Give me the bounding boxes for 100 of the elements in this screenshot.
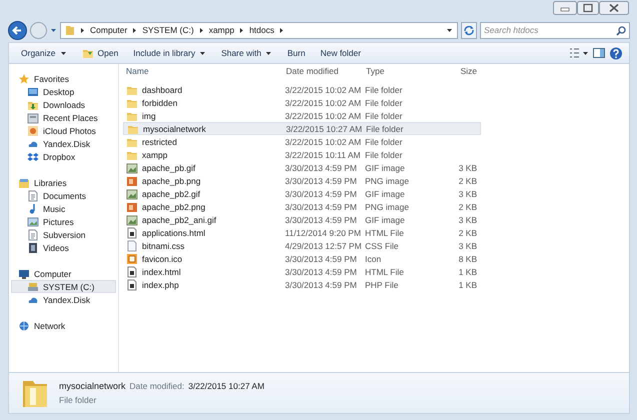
- file-name: mysocialnetwork: [143, 124, 206, 134]
- file-name: index.php: [142, 280, 179, 290]
- nav-item[interactable]: SYSTEM (C:): [11, 280, 116, 293]
- file-type: File folder: [365, 124, 404, 134]
- history-dropdown-icon[interactable]: [50, 28, 57, 32]
- nav-item[interactable]: Music: [9, 202, 116, 215]
- maximize-button[interactable]: [577, 1, 599, 15]
- breadcrumb[interactable]: xampp: [208, 25, 234, 35]
- nav-item[interactable]: Libraries: [9, 176, 116, 189]
- toolbar-button[interactable]: Open: [76, 45, 124, 61]
- refresh-button[interactable]: [461, 22, 477, 38]
- document-file-icon: [126, 266, 138, 278]
- nav-item[interactable]: Favorites: [9, 72, 116, 85]
- date-modified: 4/29/2013 12:57 PM: [284, 240, 363, 250]
- search-field[interactable]: Search htdocs: [480, 22, 630, 38]
- column-header[interactable]: Type: [363, 66, 435, 76]
- toolbar-button[interactable]: Include in library: [127, 46, 212, 60]
- date-modified: 3/30/2013 4:59 PM: [284, 176, 358, 186]
- search-icon: [616, 26, 626, 36]
- toolbar-button[interactable]: New folder: [314, 46, 367, 60]
- file-row[interactable]: forbidden 3/22/2015 10:02 AM File folder: [123, 96, 481, 109]
- file-row[interactable]: apache_pb.png 3/30/2013 4:59 PM PNG image 2 KB: [123, 174, 481, 187]
- file-row[interactable]: apache_pb2.png 3/30/2013 4:59 PM PNG image 2 KB: [123, 200, 481, 213]
- file-type: Icon: [364, 254, 382, 264]
- nav-item[interactable]: iCloud Photos: [9, 124, 116, 137]
- file-name: bitnami.css: [142, 240, 185, 250]
- toolbar-button[interactable]: Share with: [215, 46, 278, 60]
- file-row[interactable]: apache_pb2.gif 3/30/2013 4:59 PM GIF image 3 KB: [123, 187, 481, 200]
- document-icon: [27, 228, 39, 240]
- file-row[interactable]: apache_pb.gif 3/30/2013 4:59 PM GIF image 3 KB: [123, 161, 481, 174]
- help-button[interactable]: [609, 46, 623, 60]
- file-name: forbidden: [142, 98, 178, 108]
- file-row[interactable]: index.html 3/30/2013 4:59 PM HTML File 1 KB: [123, 265, 481, 278]
- image-file-icon: [126, 214, 138, 226]
- file-row[interactable]: xampp 3/22/2015 10:11 AM File folder: [123, 148, 481, 161]
- document-icon: [27, 190, 39, 202]
- file-row[interactable]: img 3/22/2015 10:02 AM File folder: [123, 109, 481, 122]
- nav-item[interactable]: Subversion: [9, 228, 116, 241]
- file-name: img: [142, 110, 156, 120]
- file-name: apache_pb2.png: [142, 202, 206, 212]
- file-row[interactable]: apache_pb2_ani.gif 3/30/2013 4:59 PM GIF image 3 KB: [123, 213, 481, 226]
- caret-icon: [265, 50, 272, 56]
- nav-item[interactable]: Documents: [9, 189, 116, 202]
- document-file-icon: [126, 278, 138, 290]
- date-modified: 3/22/2015 10:02 AM: [284, 98, 362, 108]
- toolbar-button[interactable]: Burn: [281, 46, 312, 60]
- nav-item[interactable]: Videos: [9, 241, 116, 254]
- nav-item[interactable]: Yandex.Disk: [9, 137, 116, 150]
- nav-item[interactable]: Network: [9, 319, 116, 332]
- file-row[interactable]: applications.html 11/12/2014 9:20 PM HTML File 2 KB: [123, 226, 481, 239]
- file-name: xampp: [142, 150, 168, 160]
- file-type: File folder: [364, 84, 404, 94]
- minimize-button[interactable]: [553, 1, 577, 15]
- nav-item[interactable]: Yandex.Disk: [9, 293, 116, 306]
- image-file-icon: [126, 200, 138, 212]
- nav-item[interactable]: Dropbox: [9, 150, 116, 163]
- property-value: 3/22/2015 10:27 AM: [188, 381, 264, 391]
- file-row[interactable]: restricted 3/22/2015 10:02 AM File folder: [123, 135, 481, 148]
- file-name: apache_pb2.gif: [142, 188, 200, 198]
- computer-icon: [18, 268, 30, 280]
- file-type: File folder: [364, 110, 404, 120]
- file-size: 3 KB: [458, 240, 477, 250]
- file-type: File folder: [364, 136, 404, 146]
- file-type: File folder: [364, 98, 404, 108]
- breadcrumb[interactable]: SYSTEM (C:): [142, 25, 194, 35]
- file-size: 2 KB: [458, 202, 477, 212]
- nav-item[interactable]: Desktop: [9, 85, 116, 98]
- column-header[interactable]: Name: [123, 66, 283, 76]
- preview-pane-button[interactable]: [592, 47, 606, 59]
- nav-item[interactable]: Computer: [9, 267, 116, 280]
- file-type: GIF image: [364, 214, 406, 224]
- nav-item[interactable]: Recent Places: [9, 111, 116, 124]
- date-modified: 3/30/2013 4:59 PM: [284, 266, 358, 276]
- file-row[interactable]: index.php 3/30/2013 4:59 PM PHP File 1 KB: [123, 278, 481, 291]
- file-type: File folder: [364, 150, 404, 160]
- drive-icon: [27, 280, 39, 292]
- nav-item[interactable]: Pictures: [9, 215, 116, 228]
- column-header[interactable]: Date modified: [283, 66, 363, 76]
- file-row[interactable]: bitnami.css 4/29/2013 12:57 PM CSS File 3 KB: [123, 239, 481, 252]
- breadcrumb[interactable]: htdocs: [249, 25, 274, 35]
- address-bar[interactable]: Computer SYSTEM (C:) xampp htdocs: [60, 22, 458, 38]
- nav-item[interactable]: Downloads: [9, 98, 116, 111]
- view-options-button[interactable]: [569, 47, 589, 59]
- caret-icon: [199, 50, 206, 56]
- date-modified: 3/30/2013 4:59 PM: [284, 202, 358, 212]
- column-header[interactable]: Size: [435, 66, 477, 76]
- date-modified: 3/22/2015 10:02 AM: [284, 84, 362, 94]
- file-name: favicon.ico: [142, 254, 182, 264]
- toolbar-button[interactable]: Organize: [15, 46, 72, 60]
- file-size: 3 KB: [458, 188, 477, 198]
- date-modified: 3/30/2013 4:59 PM: [284, 254, 358, 264]
- date-modified: 3/22/2015 10:11 AM: [284, 150, 362, 160]
- close-button[interactable]: [599, 1, 629, 15]
- breadcrumb[interactable]: Computer: [90, 25, 128, 35]
- chevron-icon: [80, 26, 85, 34]
- date-modified: 3/22/2015 10:27 AM: [285, 124, 364, 134]
- file-row[interactable]: dashboard 3/22/2015 10:02 AM File folder: [123, 83, 481, 96]
- file-row[interactable]: favicon.ico 3/30/2013 4:59 PM Icon 8 KB: [123, 252, 481, 265]
- back-button[interactable]: [8, 20, 27, 40]
- file-row[interactable]: mysocialnetwork 3/22/2015 10:27 AM File folder: [123, 122, 481, 135]
